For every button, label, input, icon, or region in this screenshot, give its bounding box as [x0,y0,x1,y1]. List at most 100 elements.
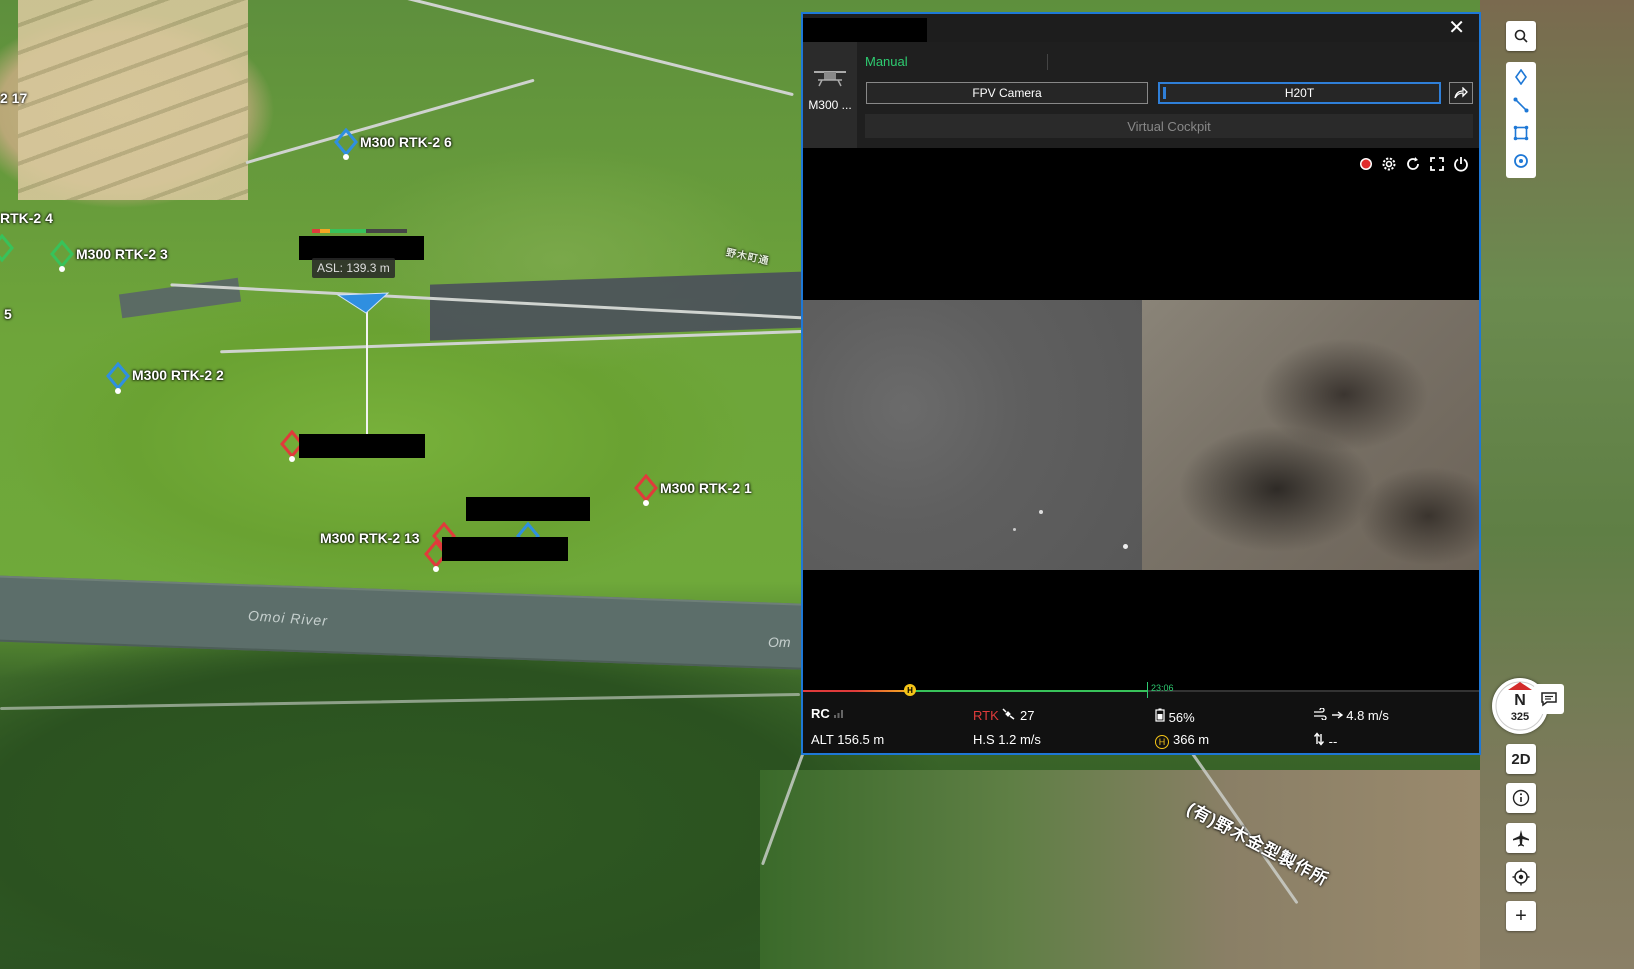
gear-icon[interactable] [1381,156,1397,172]
close-button[interactable]: ✕ [1448,16,1465,40]
road [0,693,800,710]
redacted-label [442,537,568,561]
waypoint-label: M300 RTK-2 1 [660,480,752,496]
river-label-cut: Om [768,634,791,650]
satellite-icon [1002,708,1015,720]
waypoint-marker-icon[interactable] [634,474,658,508]
area-tool-button[interactable] [1506,118,1536,148]
drone-name: M300 ... [808,98,852,112]
signal-bar [312,229,407,233]
home-icon: H [1155,735,1169,749]
satellite-count: 27 [1020,708,1035,723]
rc-label: RC [811,706,830,721]
waypoint-marker-icon[interactable] [50,240,74,274]
virtual-cockpit-button[interactable]: Virtual Cockpit [865,114,1473,138]
edge-waypoint-label: 5 [4,306,12,322]
airplane-icon [1513,830,1529,847]
status-bar: H 23:06 RC ALT 156.5 m RTK 27 H.S 1.2 m/… [803,682,1479,753]
map-terrain-bottom-right [760,770,1480,969]
locate-me-button[interactable] [1506,862,1536,892]
view-2d-button[interactable]: 2D [1506,744,1536,774]
power-icon[interactable] [1453,156,1469,172]
arrow-right-icon [1331,711,1343,719]
edge-waypoint-label: 2 17 [0,90,28,106]
flight-mode: Manual [865,54,908,69]
waypoint-label: M300 RTK-2 2 [132,367,224,383]
edge-waypoint-label: RTK-2 4 [0,210,53,226]
camera-button-fpv[interactable]: FPV Camera [866,82,1148,104]
redacted-label [466,497,590,521]
drone-altitude-line [366,304,368,434]
thermal-view [803,300,1142,570]
home-marker: H [904,684,916,696]
vertical-speed-icon [1313,732,1325,746]
zoom-in-button[interactable]: + [1506,901,1536,931]
asl-readout: ASL: 139.3 m [312,258,395,278]
line-tool-button[interactable] [1506,90,1536,120]
video-feed[interactable] [803,148,1479,690]
rtk-label: RTK [973,708,999,723]
flight-time: 23:06 [1151,683,1174,693]
divider [1047,54,1048,70]
pin-point-button[interactable] [1506,62,1536,92]
waypoint-marker-icon[interactable] [0,234,14,268]
circle-tool-button[interactable] [1506,146,1536,176]
aircraft-icon[interactable] [336,291,390,315]
redacted-panel-title [803,18,927,42]
vertical-speed-status: -- [1313,732,1337,749]
map-terrain-right [1480,0,1634,969]
wind-status: 4.8 m/s [1313,707,1389,723]
aircraft-locate-button[interactable] [1506,823,1536,853]
drone-icon [814,71,846,87]
share-button[interactable] [1449,82,1473,104]
road [366,0,794,97]
altitude: ALT 156.5 m [811,732,885,747]
home-distance-status: H 366 m [1155,732,1209,749]
drone-thumbnail[interactable]: M300 ... [803,42,857,148]
visual-camera-view [1142,300,1479,570]
farm-fields [18,0,248,200]
fullscreen-icon[interactable] [1429,156,1445,172]
vertical-speed: -- [1328,734,1338,749]
redacted-drone-name [299,236,424,260]
camera-button-h20t[interactable]: H20T [1158,82,1441,104]
circle-icon [1514,154,1528,168]
place-label: 野木町通 [724,247,771,268]
home-distance: 366 m [1173,732,1210,747]
battery-status: 56% [1155,708,1195,725]
signal-icon [834,710,844,718]
wind-speed: 4.8 m/s [1346,708,1389,723]
livestream-panel: ✕ M300 ... Manual FPV Camera H20T Virtua… [801,12,1481,755]
refresh-icon[interactable] [1405,156,1421,172]
line-icon [1513,97,1529,113]
record-icon[interactable] [1359,157,1373,171]
time-marker [1147,682,1148,698]
waypoint-label: M300 RTK-2 6 [360,134,452,150]
rtk-status: RTK 27 [973,708,1034,723]
crosshair-icon [1512,868,1530,886]
rc-status: RC [811,706,845,721]
horizontal-speed: H.S 1.2 m/s [973,732,1041,747]
search-icon [1514,29,1528,43]
video-controls [1359,156,1469,172]
share-icon [1454,87,1468,99]
info-button[interactable] [1506,783,1536,813]
waypoint-label: M300 RTK-2 3 [76,246,168,262]
search-button[interactable] [1506,21,1536,51]
chat-button[interactable] [1534,684,1564,714]
redacted-label [299,434,425,458]
area-icon [1513,125,1529,141]
panel-header: ✕ [803,14,1479,42]
battery-level: 56% [1168,710,1195,725]
pin-point-icon [1515,69,1527,85]
river [0,574,840,672]
chat-icon [1541,692,1557,707]
waypoint-label: M300 RTK-2 13 [320,530,420,546]
flight-progress: H 23:06 [803,682,1479,698]
panel-controls: M300 ... Manual FPV Camera H20T Virtual … [803,42,1479,148]
road [245,78,535,165]
wind-icon [1314,707,1327,721]
battery-icon [1155,708,1165,722]
waypoint-marker-icon[interactable] [334,128,358,162]
waypoint-marker-icon[interactable] [106,362,130,396]
